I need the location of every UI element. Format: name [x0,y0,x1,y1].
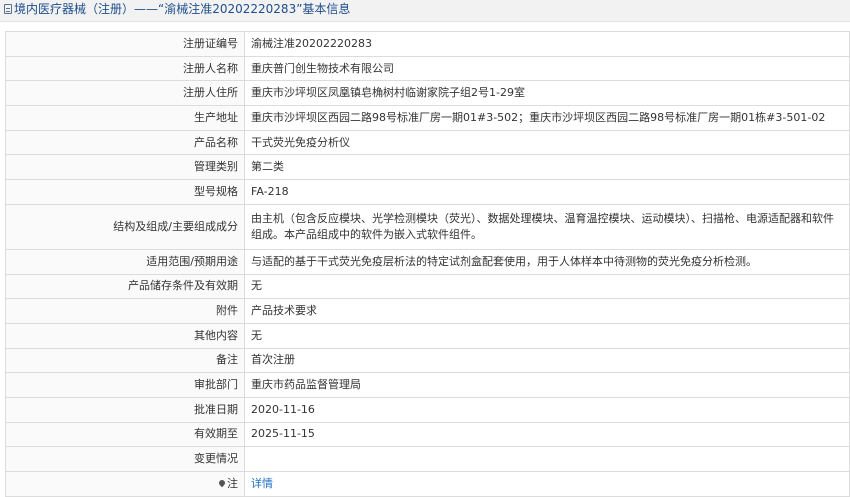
row-label: 生产地址 [5,105,245,131]
row-label: 有效期至 [5,421,245,448]
document-icon [4,4,12,14]
table-row: 审批部门 重庆市药品监督管理局 [5,372,850,398]
row-value: 产品技术要求 [244,298,850,324]
row-value: 2020-11-16 [244,396,850,423]
row-label: 管理类别 [5,154,245,181]
row-label: 适用范围/预期用途 [5,248,245,275]
table-row: 备注 首次注册 [5,347,850,374]
row-value: 2025-11-15 [244,421,850,448]
table-row: 其他内容 无 [5,322,850,349]
row-value: 干式荧光免疫分析仪 [244,129,850,156]
row-label: 注册人住所 [5,80,245,107]
row-label: 注册证编号 [5,31,245,57]
page-title-bar: 境内医疗器械（注册）——“渝械注准20202220283”基本信息 [0,0,850,22]
table-row: 产品储存条件及有效期 无 [5,273,850,300]
page-title: 境内医疗器械（注册）——“渝械注准20202220283”基本信息 [14,2,351,16]
row-value: 与适配的基于干式荧光免疫层析法的特定试剂盒配套使用，用于人体样本中待测物的荧光免… [244,248,850,275]
table-row: 注册人住所 重庆市沙坪坝区凤凰镇皂桷树村临谢家院子组2号1-29室 [5,80,850,107]
row-value: 重庆普门创生物技术有限公司 [244,55,850,82]
row-label: 产品储存条件及有效期 [5,273,245,300]
table-row: 注册证编号 渝械注准20202220283 [5,31,850,57]
row-label: 批准日期 [5,396,245,423]
note-label-cell: 注 [5,471,245,497]
row-value: 重庆市药品监督管理局 [244,372,850,398]
row-label: 变更情况 [5,446,245,472]
table-row: 注册人名称 重庆普门创生物技术有限公司 [5,55,850,82]
detail-link[interactable]: 详情 [251,477,273,490]
row-value: 重庆市沙坪坝区西园二路98号标准厂房一期01#3-502；重庆市沙坪坝区西园二路… [244,105,850,131]
table-row: 管理类别 第二类 [5,154,850,181]
table-row: 变更情况 [5,446,850,472]
table-row: 生产地址 重庆市沙坪坝区西园二路98号标准厂房一期01#3-502；重庆市沙坪坝… [5,105,850,131]
table-row: 适用范围/预期用途 与适配的基于干式荧光免疫层析法的特定试剂盒配套使用，用于人体… [5,248,850,275]
row-label: 产品名称 [5,129,245,156]
row-label: 结构及组成/主要组成成分 [5,203,245,250]
table-row: 结构及组成/主要组成成分 由主机（包含反应模块、光学检测模块（荧光）、数据处理模… [5,203,850,250]
row-value: 由主机（包含反应模块、光学检测模块（荧光）、数据处理模块、温育温控模块、运动模块… [244,203,850,250]
row-label: 注册人名称 [5,55,245,82]
note-label: 注 [227,476,238,490]
table-row: 批准日期 2020-11-16 [5,396,850,423]
pin-icon [217,478,227,488]
row-label: 备注 [5,347,245,374]
row-label: 其他内容 [5,322,245,349]
row-value: 渝械注准20202220283 [244,31,850,57]
row-value: 重庆市沙坪坝区凤凰镇皂桷树村临谢家院子组2号1-29室 [244,80,850,107]
row-label: 型号规格 [5,179,245,205]
table-row: 型号规格 FA-218 [5,179,850,205]
row-value [244,446,850,472]
row-value: 无 [244,273,850,300]
row-value: 首次注册 [244,347,850,374]
table-row: 产品名称 干式荧光免疫分析仪 [5,129,850,156]
table-row: 有效期至 2025-11-15 [5,421,850,448]
note-value-cell: 详情 [244,471,850,497]
row-label: 审批部门 [5,372,245,398]
row-value: 第二类 [244,154,850,181]
table-row: 附件 产品技术要求 [5,298,850,324]
row-value: 无 [244,322,850,349]
table-row: 注 详情 [5,471,850,497]
row-label: 附件 [5,298,245,324]
row-value: FA-218 [244,179,850,205]
basic-info-table: 注册证编号 渝械注准20202220283 注册人名称 重庆普门创生物技术有限公… [5,31,850,497]
